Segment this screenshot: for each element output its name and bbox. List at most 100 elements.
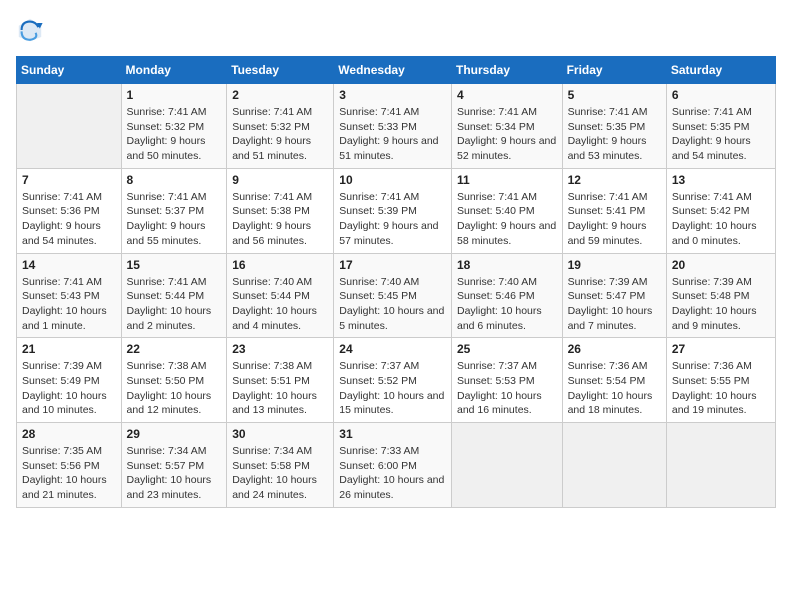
day-number: 2 <box>232 88 328 102</box>
day-number: 16 <box>232 258 328 272</box>
day-info: Sunrise: 7:36 AMSunset: 5:54 PMDaylight:… <box>568 359 661 418</box>
day-number: 14 <box>22 258 116 272</box>
day-info: Sunrise: 7:36 AMSunset: 5:55 PMDaylight:… <box>672 359 770 418</box>
calendar-cell: 21 Sunrise: 7:39 AMSunset: 5:49 PMDayligh… <box>17 338 122 423</box>
calendar-cell: 18 Sunrise: 7:40 AMSunset: 5:46 PMDayligh… <box>451 253 562 338</box>
day-number: 23 <box>232 342 328 356</box>
day-info: Sunrise: 7:41 AMSunset: 5:32 PMDaylight:… <box>127 105 222 164</box>
calendar-cell: 26 Sunrise: 7:36 AMSunset: 5:54 PMDayligh… <box>562 338 666 423</box>
calendar-cell <box>562 423 666 508</box>
day-info: Sunrise: 7:41 AMSunset: 5:40 PMDaylight:… <box>457 190 557 249</box>
calendar-cell: 10Sunrise: 7:41 AMSunset: 5:39 PMDayligh… <box>334 168 452 253</box>
day-number: 20 <box>672 258 770 272</box>
page-header <box>16 16 776 44</box>
calendar-cell: 31 Sunrise: 7:33 AMSunset: 6:00 PMDayligh… <box>334 423 452 508</box>
day-info: Sunrise: 7:38 AMSunset: 5:51 PMDaylight:… <box>232 359 328 418</box>
day-number: 30 <box>232 427 328 441</box>
day-number: 11 <box>457 173 557 187</box>
day-number: 18 <box>457 258 557 272</box>
day-number: 27 <box>672 342 770 356</box>
day-number: 5 <box>568 88 661 102</box>
calendar-cell <box>666 423 775 508</box>
day-info: Sunrise: 7:40 AMSunset: 5:46 PMDaylight:… <box>457 275 557 334</box>
day-number: 12 <box>568 173 661 187</box>
day-number: 4 <box>457 88 557 102</box>
day-number: 19 <box>568 258 661 272</box>
calendar-week-2: 7 Sunrise: 7:41 AMSunset: 5:36 PMDaylight… <box>17 168 776 253</box>
day-number: 9 <box>232 173 328 187</box>
calendar-cell: 27 Sunrise: 7:36 AMSunset: 5:55 PMDayligh… <box>666 338 775 423</box>
day-info: Sunrise: 7:39 AMSunset: 5:49 PMDaylight:… <box>22 359 116 418</box>
day-number: 3 <box>339 88 446 102</box>
column-header-tuesday: Tuesday <box>227 57 334 84</box>
day-info: Sunrise: 7:41 AMSunset: 5:43 PMDaylight:… <box>22 275 116 334</box>
column-header-wednesday: Wednesday <box>334 57 452 84</box>
day-info: Sunrise: 7:40 AMSunset: 5:44 PMDaylight:… <box>232 275 328 334</box>
calendar-cell: 8 Sunrise: 7:41 AMSunset: 5:37 PMDaylight… <box>121 168 227 253</box>
column-header-friday: Friday <box>562 57 666 84</box>
day-number: 24 <box>339 342 446 356</box>
calendar-header-row: SundayMondayTuesdayWednesdayThursdayFrid… <box>17 57 776 84</box>
calendar-cell: 2 Sunrise: 7:41 AMSunset: 5:32 PMDaylight… <box>227 84 334 169</box>
calendar-cell: 9 Sunrise: 7:41 AMSunset: 5:38 PMDaylight… <box>227 168 334 253</box>
day-number: 31 <box>339 427 446 441</box>
day-number: 29 <box>127 427 222 441</box>
calendar-week-3: 14 Sunrise: 7:41 AMSunset: 5:43 PMDayligh… <box>17 253 776 338</box>
calendar-cell: 11 Sunrise: 7:41 AMSunset: 5:40 PMDayligh… <box>451 168 562 253</box>
day-info: Sunrise: 7:41 AMSunset: 5:38 PMDaylight:… <box>232 190 328 249</box>
calendar-cell: 1 Sunrise: 7:41 AMSunset: 5:32 PMDaylight… <box>121 84 227 169</box>
calendar-cell: 12 Sunrise: 7:41 AMSunset: 5:41 PMDayligh… <box>562 168 666 253</box>
calendar-cell: 29 Sunrise: 7:34 AMSunset: 5:57 PMDayligh… <box>121 423 227 508</box>
calendar-week-5: 28 Sunrise: 7:35 AMSunset: 5:56 PMDayligh… <box>17 423 776 508</box>
day-number: 1 <box>127 88 222 102</box>
day-number: 6 <box>672 88 770 102</box>
day-number: 22 <box>127 342 222 356</box>
calendar-table: SundayMondayTuesdayWednesdayThursdayFrid… <box>16 56 776 508</box>
day-info: Sunrise: 7:34 AMSunset: 5:57 PMDaylight:… <box>127 444 222 503</box>
day-number: 13 <box>672 173 770 187</box>
calendar-cell: 3Sunrise: 7:41 AMSunset: 5:33 PMDaylight… <box>334 84 452 169</box>
day-info: Sunrise: 7:41 AMSunset: 5:42 PMDaylight:… <box>672 190 770 249</box>
day-info: Sunrise: 7:41 AMSunset: 5:32 PMDaylight:… <box>232 105 328 164</box>
day-info: Sunrise: 7:41 AMSunset: 5:35 PMDaylight:… <box>672 105 770 164</box>
column-header-sunday: Sunday <box>17 57 122 84</box>
calendar-cell: 25 Sunrise: 7:37 AMSunset: 5:53 PMDayligh… <box>451 338 562 423</box>
day-number: 10 <box>339 173 446 187</box>
calendar-cell: 7 Sunrise: 7:41 AMSunset: 5:36 PMDaylight… <box>17 168 122 253</box>
column-header-monday: Monday <box>121 57 227 84</box>
day-info: Sunrise: 7:37 AMSunset: 5:52 PMDaylight:… <box>339 359 446 418</box>
calendar-cell: 17Sunrise: 7:40 AMSunset: 5:45 PMDayligh… <box>334 253 452 338</box>
calendar-cell: 6 Sunrise: 7:41 AMSunset: 5:35 PMDaylight… <box>666 84 775 169</box>
day-info: Sunrise: 7:35 AMSunset: 5:56 PMDaylight:… <box>22 444 116 503</box>
day-info: Sunrise: 7:33 AMSunset: 6:00 PMDaylight:… <box>339 444 446 503</box>
calendar-cell: 23 Sunrise: 7:38 AMSunset: 5:51 PMDayligh… <box>227 338 334 423</box>
calendar-cell: 13 Sunrise: 7:41 AMSunset: 5:42 PMDayligh… <box>666 168 775 253</box>
day-info: Sunrise: 7:37 AMSunset: 5:53 PMDaylight:… <box>457 359 557 418</box>
day-number: 21 <box>22 342 116 356</box>
day-info: Sunrise: 7:41 AMSunset: 5:41 PMDaylight:… <box>568 190 661 249</box>
day-info: Sunrise: 7:41 AMSunset: 5:34 PMDaylight:… <box>457 105 557 164</box>
calendar-cell: 4 Sunrise: 7:41 AMSunset: 5:34 PMDaylight… <box>451 84 562 169</box>
calendar-cell: 20Sunrise: 7:39 AMSunset: 5:48 PMDayligh… <box>666 253 775 338</box>
logo-icon <box>16 16 44 44</box>
calendar-cell: 5 Sunrise: 7:41 AMSunset: 5:35 PMDaylight… <box>562 84 666 169</box>
day-info: Sunrise: 7:41 AMSunset: 5:36 PMDaylight:… <box>22 190 116 249</box>
day-info: Sunrise: 7:41 AMSunset: 5:35 PMDaylight:… <box>568 105 661 164</box>
day-number: 28 <box>22 427 116 441</box>
calendar-cell: 30 Sunrise: 7:34 AMSunset: 5:58 PMDayligh… <box>227 423 334 508</box>
day-info: Sunrise: 7:41 AMSunset: 5:37 PMDaylight:… <box>127 190 222 249</box>
day-info: Sunrise: 7:41 AMSunset: 5:44 PMDaylight:… <box>127 275 222 334</box>
column-header-saturday: Saturday <box>666 57 775 84</box>
day-number: 7 <box>22 173 116 187</box>
logo <box>16 16 48 44</box>
day-number: 25 <box>457 342 557 356</box>
day-number: 8 <box>127 173 222 187</box>
calendar-cell: 14 Sunrise: 7:41 AMSunset: 5:43 PMDayligh… <box>17 253 122 338</box>
calendar-week-1: 1 Sunrise: 7:41 AMSunset: 5:32 PMDaylight… <box>17 84 776 169</box>
calendar-cell <box>17 84 122 169</box>
calendar-week-4: 21 Sunrise: 7:39 AMSunset: 5:49 PMDayligh… <box>17 338 776 423</box>
calendar-cell: 28 Sunrise: 7:35 AMSunset: 5:56 PMDayligh… <box>17 423 122 508</box>
column-header-thursday: Thursday <box>451 57 562 84</box>
day-info: Sunrise: 7:34 AMSunset: 5:58 PMDaylight:… <box>232 444 328 503</box>
day-number: 26 <box>568 342 661 356</box>
